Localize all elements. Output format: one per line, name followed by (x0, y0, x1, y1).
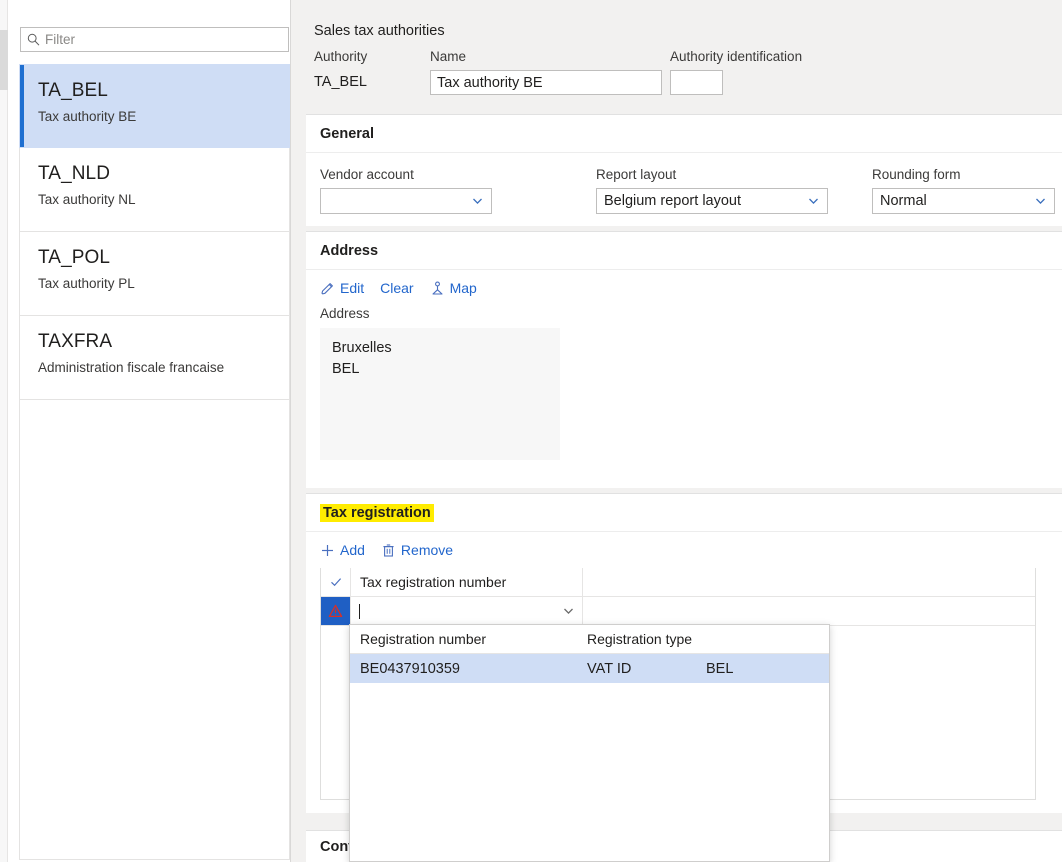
grid-row-filler (583, 597, 1035, 625)
authority-identification-label: Authority identification (670, 48, 900, 65)
section-general-body: Vendor account Report layout (306, 153, 1062, 221)
authority-list: TA_BEL Tax authority BE TA_NLD Tax autho… (19, 64, 290, 860)
search-input[interactable] (45, 32, 265, 47)
grid-header-filler (583, 568, 1035, 596)
rounding-form-label: Rounding form (872, 166, 1055, 183)
sidebar-item-ta-pol[interactable]: TA_POL Tax authority PL (19, 232, 290, 316)
popup-column-registration-type[interactable]: Registration type (582, 625, 829, 653)
page-scrollbar[interactable] (0, 0, 8, 862)
trash-icon (381, 543, 396, 558)
authority-identification-field: Authority identification (670, 48, 900, 95)
list-item-title: TA_BEL (38, 79, 289, 103)
rounding-form-field: Rounding form Normal (872, 166, 1055, 214)
address-textarea[interactable]: Bruxelles BEL (320, 328, 560, 460)
list-item-subtitle: Administration fiscale francaise (38, 359, 289, 377)
section-address-header[interactable]: Address (306, 232, 1062, 270)
search-icon (27, 33, 40, 46)
map-button[interactable]: Map (430, 280, 477, 296)
name-input[interactable] (430, 70, 662, 95)
section-general-header[interactable]: General (306, 115, 1062, 153)
address-field-label: Address (306, 306, 1062, 321)
authority-label: Authority (314, 48, 414, 65)
clear-address-button[interactable]: Clear (380, 280, 413, 296)
edit-address-button[interactable]: Edit (320, 280, 364, 296)
registration-lookup-popup: Registration number Registration type BE… (349, 624, 830, 862)
popup-list-item[interactable]: BE0437910359 VAT ID BEL (350, 654, 829, 683)
add-label: Add (340, 542, 365, 558)
name-label: Name (430, 48, 662, 65)
section-tax-registration-header[interactable]: Tax registration (306, 494, 1062, 532)
sidebar-item-ta-bel[interactable]: TA_BEL Tax authority BE (19, 64, 290, 148)
address-toolbar: Edit Clear Map (306, 270, 1062, 306)
list-item-subtitle: Tax authority BE (38, 108, 289, 126)
report-layout-value: Belgium report layout (604, 193, 741, 209)
popup-header-row: Registration number Registration type (350, 625, 829, 654)
chevron-down-icon[interactable] (562, 605, 575, 618)
sidebar: TA_BEL Tax authority BE TA_NLD Tax autho… (8, 0, 291, 862)
remove-button[interactable]: Remove (381, 542, 453, 558)
address-line: Bruxelles (332, 338, 560, 359)
section-tax-registration-title: Tax registration (320, 504, 434, 522)
edit-address-label: Edit (340, 280, 364, 296)
chevron-down-icon (1034, 195, 1047, 208)
name-field: Name (430, 48, 662, 95)
popup-registration-type: VAT ID (582, 654, 706, 683)
authority-identification-input[interactable] (670, 70, 723, 95)
text-caret (359, 604, 360, 619)
remove-label: Remove (401, 542, 453, 558)
clear-address-label: Clear (380, 280, 413, 296)
sidebar-item-taxfra[interactable]: TAXFRA Administration fiscale francaise (19, 316, 290, 400)
list-item-title: TAXFRA (38, 330, 289, 354)
authority-field: Authority TA_BEL (314, 48, 414, 95)
section-address: Address Edit Clear (306, 231, 1062, 488)
list-item-subtitle: Tax authority PL (38, 275, 289, 293)
filter-box[interactable] (20, 27, 289, 52)
vendor-account-label: Vendor account (320, 166, 492, 183)
section-address-body: Edit Clear Map (306, 270, 1062, 460)
report-layout-field: Report layout Belgium report layout (596, 166, 828, 214)
chevron-down-icon (807, 195, 820, 208)
tax-registration-toolbar: Add Remove (306, 532, 1062, 568)
sidebar-item-ta-nld[interactable]: TA_NLD Tax authority NL (19, 148, 290, 232)
map-pin-icon (430, 281, 445, 296)
rounding-form-value: Normal (880, 193, 927, 209)
add-button[interactable]: Add (320, 542, 365, 558)
check-icon (329, 575, 343, 589)
section-general-title: General (320, 126, 374, 142)
address-line: BEL (332, 359, 560, 380)
general-fields-row: Vendor account Report layout (306, 153, 1062, 221)
report-layout-label: Report layout (596, 166, 828, 183)
plus-icon (320, 543, 335, 558)
pencil-icon (320, 281, 335, 296)
map-label: Map (450, 280, 477, 296)
rounding-form-combobox[interactable]: Normal (872, 188, 1055, 214)
section-address-title: Address (320, 243, 378, 259)
table-row[interactable] (321, 597, 1035, 626)
section-general: General Vendor account (306, 114, 1062, 226)
list-empty-area (19, 400, 290, 860)
popup-column-registration-number[interactable]: Registration number (350, 625, 582, 653)
chevron-down-icon (471, 195, 484, 208)
list-item-title: TA_NLD (38, 162, 289, 186)
page-title: Sales tax authorities (314, 23, 445, 39)
vendor-account-field: Vendor account (320, 166, 492, 214)
tax-registration-number-cell[interactable] (351, 597, 583, 625)
select-all-checkbox[interactable] (321, 568, 351, 596)
page-scrollbar-thumb[interactable] (0, 30, 8, 90)
filter-container (20, 27, 289, 52)
authority-value[interactable]: TA_BEL (314, 70, 414, 95)
app-root: TA_BEL Tax authority BE TA_NLD Tax autho… (0, 0, 1062, 862)
vendor-account-combobox[interactable] (320, 188, 492, 214)
list-item-subtitle: Tax authority NL (38, 191, 289, 209)
row-status-cell[interactable] (321, 597, 351, 625)
grid-header-row: Tax registration number (321, 568, 1035, 597)
list-item-title: TA_POL (38, 246, 289, 270)
header-fields: Authority TA_BEL Name Authority identifi… (292, 48, 1062, 114)
report-layout-combobox[interactable]: Belgium report layout (596, 188, 828, 214)
popup-country: BEL (706, 654, 829, 683)
grid-column-header-tax-registration-number[interactable]: Tax registration number (351, 568, 583, 596)
warning-triangle-icon (328, 604, 343, 618)
popup-registration-number: BE0437910359 (350, 654, 582, 683)
